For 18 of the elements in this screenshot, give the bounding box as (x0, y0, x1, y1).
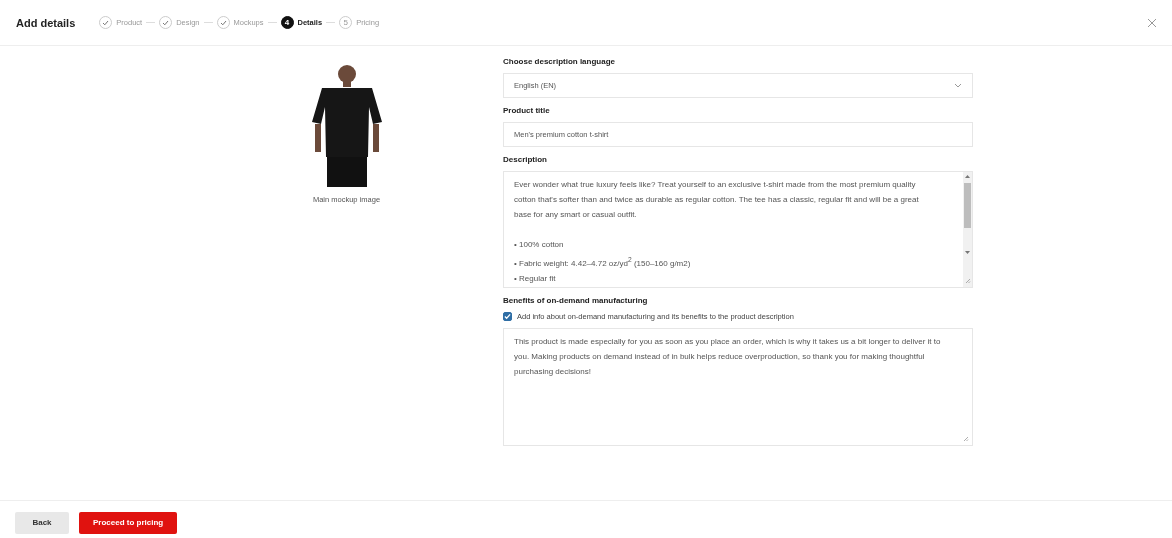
field-label: Description (503, 155, 548, 164)
checkbox[interactable] (503, 312, 512, 321)
scroll-up-arrow-icon[interactable] (963, 172, 972, 181)
field-label: Choose description language (503, 57, 616, 66)
page-title: Add details (16, 16, 76, 29)
proceed-button[interactable]: Proceed to pricing (79, 511, 178, 534)
scroll-down-arrow-icon[interactable] (963, 248, 972, 257)
resize-grip-icon[interactable] (965, 278, 971, 284)
resize-grip-icon[interactable] (963, 436, 969, 442)
benefits-textarea[interactable]: This product is made especially for you as soon as you place an order, which is why it takes us a bit longer to deliver it to you. Making products on demand instead of in bulk helps reduce overproduction, so thank you for making thoughtful purchasing decisions! (503, 328, 973, 446)
scrollbar[interactable] (963, 172, 972, 287)
close-icon[interactable] (1147, 17, 1157, 28)
step-number: 4 (280, 16, 294, 29)
field-label: Product title (503, 106, 551, 115)
back-button[interactable]: Back (15, 511, 69, 534)
field-label: Benefits of on-demand manufacturing (503, 296, 649, 305)
chevron-down-icon (954, 83, 962, 88)
description-textarea[interactable]: Ever wonder what true luxury feels like? Treat yourself to an exclusive t-shirt made from the most premium quality cotton that's softer than and twice as durable as regular cotton. The tee has a classic, regular fit and will be a great base for any smart or casual outfit. • 100% cotton • Fabric weight: 4.42–4.72 oz/yd$^{2}$ (150–160 g/m2) • Regular fit (503, 171, 973, 288)
